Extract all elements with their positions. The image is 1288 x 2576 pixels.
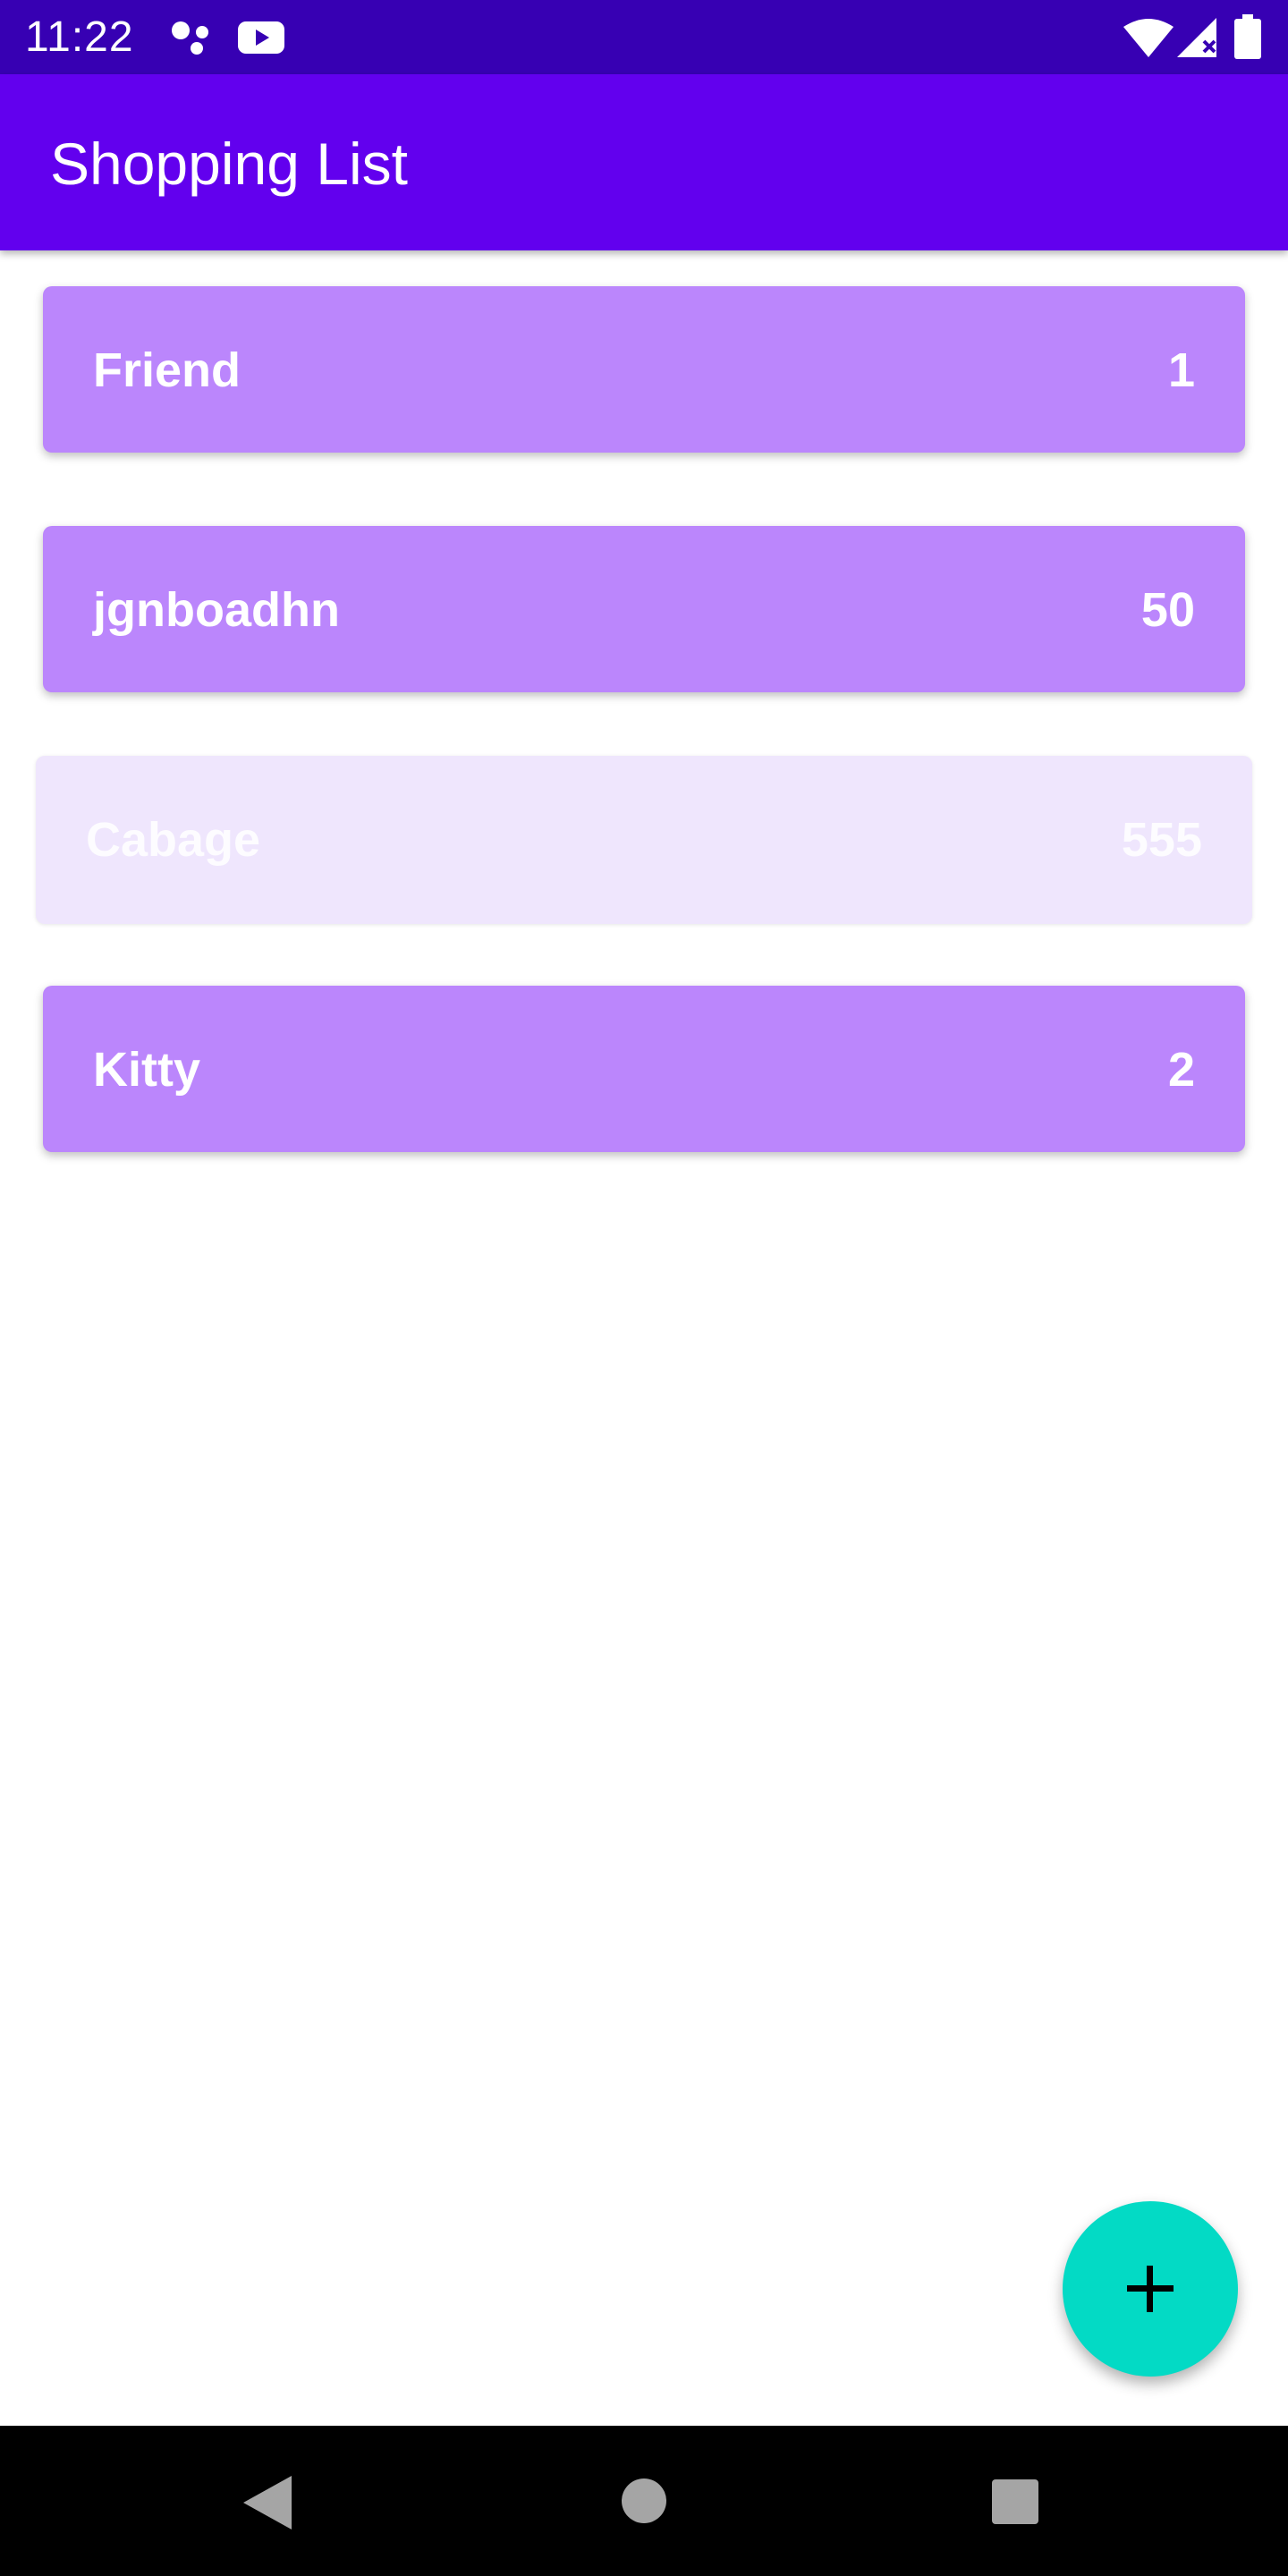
page-title: Shopping List (50, 131, 408, 197)
item-name: Friend (93, 343, 242, 397)
list-item-dragging[interactable]: Cabage 555 (36, 756, 1252, 924)
status-time: 11:22 (25, 13, 134, 61)
item-name: jgnboadhn (93, 583, 340, 637)
signal-icon (1177, 18, 1216, 57)
home-icon[interactable] (621, 2478, 667, 2524)
back-icon[interactable] (243, 2476, 293, 2529)
item-quantity: 555 (1121, 813, 1202, 867)
item-quantity: 2 (1167, 1043, 1195, 1097)
app-bar: Shopping List (0, 74, 1288, 250)
item-quantity: 50 (1140, 583, 1195, 637)
navigation-bar (0, 2426, 1288, 2576)
add-item-button[interactable] (1063, 2201, 1238, 2377)
item-quantity: 1 (1167, 343, 1195, 397)
recents-icon[interactable] (992, 2479, 1038, 2524)
list-item[interactable]: Kitty 2 (43, 986, 1245, 1152)
youtube-icon (238, 21, 284, 54)
item-name: Cabage (86, 813, 261, 867)
assistant-dots-icon (172, 21, 208, 55)
status-bar: 11:22 (0, 0, 1288, 74)
list-item[interactable]: Friend 1 (43, 286, 1245, 453)
list-item[interactable]: jgnboadhn 50 (43, 526, 1245, 692)
wifi-icon (1123, 19, 1174, 57)
battery-icon (1234, 14, 1261, 59)
item-name: Kitty (93, 1043, 200, 1097)
